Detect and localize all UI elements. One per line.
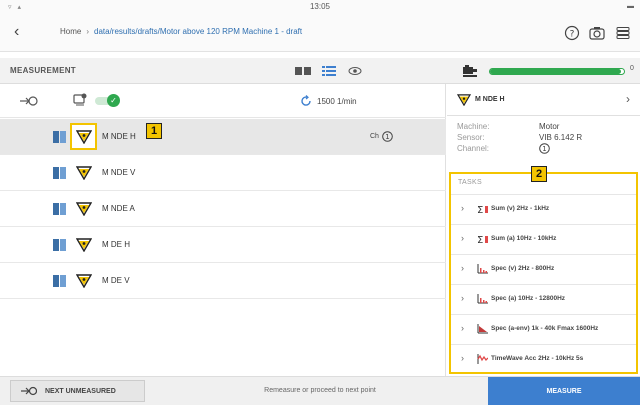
list-item-m-nde-h[interactable]: M NDE H Ch 1 bbox=[0, 119, 446, 155]
chevron-right-icon: › bbox=[461, 323, 464, 333]
chevron-right-icon: › bbox=[461, 293, 464, 303]
tasks-heading: TASKS bbox=[458, 179, 482, 186]
list-item-m-de-h[interactable]: M DE H bbox=[0, 227, 446, 263]
spectrum-icon bbox=[477, 264, 488, 276]
sum-icon: Σ bbox=[477, 204, 489, 216]
task-label: TimeWave Acc 2Hz - 10kHz 5s bbox=[491, 355, 584, 362]
task-item[interactable]: › Σ Sum (v) 2Hz - 1kHz bbox=[451, 194, 636, 224]
measurement-type-icon[interactable] bbox=[75, 200, 93, 218]
list-item-m-nde-v[interactable]: M NDE V bbox=[0, 155, 446, 191]
task-item[interactable]: › TimeWave Acc 2Hz - 10kHz 5s bbox=[451, 344, 636, 374]
point-name: M NDE H bbox=[102, 132, 136, 141]
list-view-icon[interactable] bbox=[322, 65, 336, 77]
task-label: Spec (a) 10Hz - 12800Hz bbox=[491, 295, 566, 302]
svg-text:?: ? bbox=[570, 30, 575, 40]
sensor-connect-icon[interactable] bbox=[20, 95, 38, 109]
timewave-icon bbox=[477, 354, 489, 366]
chevron-right-icon: › bbox=[461, 263, 464, 273]
breadcrumb-home[interactable]: Home bbox=[60, 27, 81, 36]
chevron-right-icon[interactable]: › bbox=[626, 92, 630, 106]
svg-text:1: 1 bbox=[542, 145, 546, 153]
measurement-title: MEASUREMENT bbox=[10, 66, 76, 75]
measure-button[interactable]: MEASURE bbox=[488, 377, 640, 405]
task-label: Spec (a-env) 1k - 40k Fmax 1600Hz bbox=[491, 325, 599, 332]
breadcrumb-path[interactable]: data/results/drafts/Motor above 120 RPM … bbox=[94, 27, 302, 36]
machine-speed[interactable]: 1500 1/min bbox=[300, 95, 357, 107]
svg-text:Σ: Σ bbox=[477, 235, 483, 244]
channel-number-icon: 1 bbox=[382, 131, 393, 142]
clock: 13:05 bbox=[309, 2, 331, 11]
point-detail-panel: M NDE H › Machine: Motor Sensor: VIB 6.1… bbox=[447, 84, 640, 376]
point-name: M DE V bbox=[102, 276, 130, 285]
list-item-m-de-v[interactable]: M DE V bbox=[0, 263, 446, 299]
battery-icon: ▬ bbox=[627, 3, 634, 10]
callout-badge-1: 1 bbox=[146, 123, 162, 139]
status-bar: ▿ ▴ 13:05 ▬ bbox=[0, 0, 640, 14]
book-icon[interactable] bbox=[53, 131, 67, 145]
list-item-m-nde-a[interactable]: M NDE A bbox=[0, 191, 446, 227]
bottom-action-bar: NEXT UNMEASURED Remeasure or proceed to … bbox=[0, 376, 640, 405]
tasks-section: TASKS › Σ Sum (v) 2Hz - 1kHz › Σ Sum (a)… bbox=[449, 172, 638, 374]
machine-icon bbox=[462, 64, 478, 80]
help-icon[interactable]: ? bbox=[563, 24, 581, 42]
progress-value: 0 bbox=[630, 65, 634, 72]
callout-badge-2: 2 bbox=[531, 166, 547, 182]
measurement-type-icon[interactable] bbox=[70, 123, 97, 150]
measurement-type-icon[interactable] bbox=[75, 236, 93, 254]
point-name: M NDE V bbox=[102, 168, 136, 177]
task-label: Spec (v) 2Hz - 800Hz bbox=[491, 265, 555, 272]
svg-text:Σ: Σ bbox=[477, 205, 483, 214]
point-detail-name: M NDE H bbox=[475, 96, 505, 103]
task-item[interactable]: › Σ Sum (a) 10Hz - 10kHz bbox=[451, 224, 636, 254]
nav-bar: ‹ Home › data/results/drafts/Motor above 1… bbox=[0, 14, 640, 52]
spectrum-icon bbox=[477, 294, 488, 306]
envelope-spectrum-icon bbox=[477, 324, 488, 336]
progress-bar bbox=[489, 68, 625, 75]
channel-indicator: Ch 1 bbox=[370, 131, 393, 142]
chevron-right-icon: › bbox=[461, 353, 464, 363]
list-header-row: ✓ 1500 1/min bbox=[0, 84, 446, 118]
eye-icon[interactable] bbox=[348, 65, 362, 77]
camera-icon[interactable] bbox=[588, 24, 606, 42]
menu-icon[interactable] bbox=[614, 24, 632, 42]
task-item[interactable]: › Spec (a) 10Hz - 12800Hz bbox=[451, 284, 636, 314]
speed-value: 1500 1/min bbox=[317, 96, 357, 106]
measurement-point-list: ✓ 1500 1/min M NDE H Ch 1 M NDE V M NDE … bbox=[0, 84, 446, 376]
task-label: Sum (v) 2Hz - 1kHz bbox=[491, 205, 550, 212]
point-detail-header[interactable]: M NDE H › bbox=[447, 84, 640, 116]
sensor-device-icon[interactable] bbox=[72, 92, 88, 110]
book-icon[interactable] bbox=[53, 167, 67, 181]
point-name: M NDE A bbox=[102, 204, 135, 213]
breadcrumb: Home › data/results/drafts/Motor above 120… bbox=[60, 27, 302, 36]
breadcrumb-separator-icon: › bbox=[86, 27, 90, 36]
channel-value: 1 bbox=[539, 143, 550, 158]
refresh-icon bbox=[301, 95, 311, 106]
sum-icon: Σ bbox=[477, 234, 489, 246]
task-item[interactable]: › Spec (a-env) 1k - 40k Fmax 1600Hz bbox=[451, 314, 636, 344]
split-view-icon[interactable] bbox=[295, 65, 311, 77]
chevron-right-icon: › bbox=[461, 233, 464, 243]
task-label: Sum (a) 10Hz - 10kHz bbox=[491, 235, 557, 242]
measurement-type-icon[interactable] bbox=[75, 164, 93, 182]
task-item[interactable]: › Spec (v) 2Hz - 800Hz bbox=[451, 254, 636, 284]
measurement-type-icon[interactable] bbox=[75, 272, 93, 290]
channel-number-icon: 1 bbox=[539, 143, 550, 154]
channel-label: Ch bbox=[370, 133, 379, 140]
check-icon: ✓ bbox=[107, 94, 120, 107]
chevron-right-icon: › bbox=[461, 203, 464, 213]
book-icon[interactable] bbox=[53, 203, 67, 217]
measurement-toolbar: MEASUREMENT 0 bbox=[0, 58, 640, 84]
back-icon[interactable]: ‹ bbox=[14, 23, 19, 41]
progress-fill bbox=[490, 69, 622, 74]
channel-label: Channel: bbox=[457, 144, 490, 153]
measurement-type-icon bbox=[456, 94, 472, 108]
book-icon[interactable] bbox=[53, 239, 67, 253]
point-name: M DE H bbox=[102, 240, 130, 249]
svg-text:1: 1 bbox=[385, 133, 389, 141]
book-icon[interactable] bbox=[53, 275, 67, 289]
